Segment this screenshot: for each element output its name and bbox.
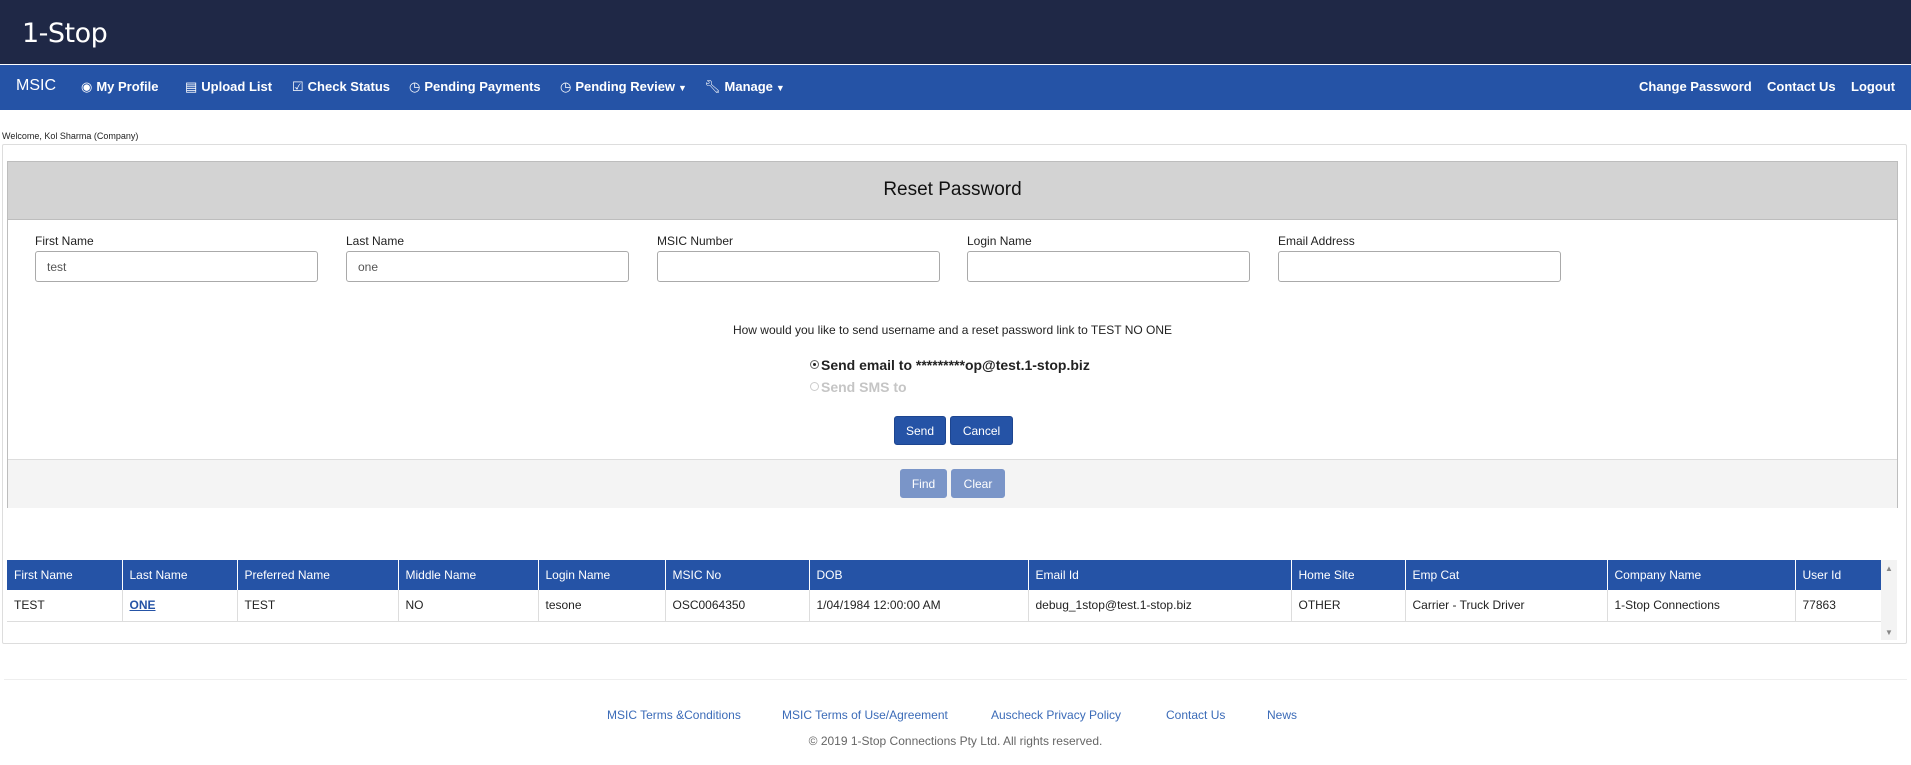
col-preferred-name[interactable]: Preferred Name bbox=[237, 560, 399, 590]
option-send-sms: Send SMS to bbox=[810, 379, 907, 395]
scroll-down-icon[interactable]: ▼ bbox=[1885, 628, 1893, 637]
caret-down-icon: ▼ bbox=[678, 82, 687, 93]
nav-item-upload-list[interactable]: ▤ Upload List bbox=[185, 79, 272, 95]
welcome-text: Welcome, Kol Sharma (Company) bbox=[2, 131, 139, 141]
nav-item-check-status[interactable]: ☑ Check Status bbox=[292, 79, 390, 95]
reset-question: How would you like to send username and … bbox=[732, 323, 1173, 337]
col-user-id[interactable]: User Id bbox=[1795, 560, 1882, 590]
cell-middle-name: NO bbox=[398, 590, 539, 622]
col-first-name[interactable]: First Name bbox=[7, 560, 123, 590]
cell-dob: 1/04/1984 12:00:00 AM bbox=[809, 590, 1029, 622]
nav-item-logout[interactable]: Logout bbox=[1851, 79, 1895, 94]
cell-company-name: 1-Stop Connections bbox=[1607, 590, 1796, 622]
footer-link-news[interactable]: News bbox=[1267, 708, 1297, 722]
radio-checked-icon[interactable] bbox=[810, 360, 819, 369]
logo[interactable]: 1-Stop bbox=[22, 18, 108, 49]
caret-down-icon: ▼ bbox=[775, 82, 785, 93]
clock-icon: ◷ bbox=[560, 79, 572, 94]
cell-last-name-link[interactable]: ONE bbox=[122, 590, 238, 622]
copyright-text: © 2019 1-Stop Connections Pty Ltd. All r… bbox=[808, 734, 1103, 748]
document-icon: ▤ bbox=[185, 79, 198, 94]
checkbox-icon: ☑ bbox=[292, 79, 304, 94]
cell-email-id: debug_1stop@test.1-stop.biz bbox=[1028, 590, 1292, 622]
table-scrollbar[interactable]: ▲ ▼ bbox=[1881, 560, 1897, 640]
email-address-input[interactable] bbox=[1278, 251, 1561, 282]
send-button[interactable]: Send bbox=[894, 416, 946, 445]
col-msic-no[interactable]: MSIC No bbox=[665, 560, 810, 590]
first-name-label: First Name bbox=[35, 234, 94, 248]
col-company-name[interactable]: Company Name bbox=[1607, 560, 1796, 590]
login-name-label: Login Name bbox=[967, 234, 1032, 248]
col-middle-name[interactable]: Middle Name bbox=[398, 560, 539, 590]
user-circle-icon: ◉ bbox=[81, 79, 93, 94]
scroll-up-icon[interactable]: ▲ bbox=[1885, 564, 1893, 573]
radio-unchecked-icon bbox=[810, 382, 819, 391]
nav-item-pending-review[interactable]: ◷ Pending Review ▼ bbox=[560, 79, 687, 95]
footer-divider bbox=[4, 679, 1907, 680]
last-name-label: Last Name bbox=[346, 234, 405, 248]
reset-password-panel: Reset Password First Name Last Name MSIC… bbox=[7, 161, 1898, 508]
form-title: Reset Password bbox=[8, 162, 1897, 220]
clear-button[interactable]: Clear bbox=[951, 469, 1005, 498]
col-email-id[interactable]: Email Id bbox=[1028, 560, 1292, 590]
cell-first-name: TEST bbox=[7, 590, 123, 622]
first-name-input[interactable] bbox=[35, 251, 318, 282]
nav-item-manage[interactable]: 🔧︎ Manage ▼ bbox=[704, 79, 785, 95]
nav-item-my-profile[interactable]: ◉ My Profile bbox=[81, 79, 158, 95]
col-dob[interactable]: DOB bbox=[809, 560, 1029, 590]
nav-item-change-password[interactable]: Change Password bbox=[1639, 79, 1752, 94]
footer-link-terms-of-use[interactable]: MSIC Terms of Use/Agreement bbox=[782, 708, 948, 722]
option-send-email[interactable]: Send email to *********op@test.1-stop.bi… bbox=[810, 357, 1090, 373]
table-header-row: First Name Last Name Preferred Name Midd… bbox=[7, 560, 1882, 590]
cell-emp-cat: Carrier - Truck Driver bbox=[1405, 590, 1608, 622]
last-name-input[interactable] bbox=[346, 251, 629, 282]
cancel-button[interactable]: Cancel bbox=[950, 416, 1013, 445]
col-login-name[interactable]: Login Name bbox=[538, 560, 666, 590]
col-home-site[interactable]: Home Site bbox=[1291, 560, 1406, 590]
login-name-input[interactable] bbox=[967, 251, 1250, 282]
email-address-label: Email Address bbox=[1278, 234, 1355, 248]
cell-msic-no: OSC0064350 bbox=[665, 590, 810, 622]
col-emp-cat[interactable]: Emp Cat bbox=[1405, 560, 1608, 590]
msic-number-input[interactable] bbox=[657, 251, 940, 282]
msic-number-label: MSIC Number bbox=[657, 234, 734, 248]
clock-icon: ◷ bbox=[409, 79, 421, 94]
cell-login-name: tesone bbox=[538, 590, 666, 622]
cell-preferred-name: TEST bbox=[237, 590, 399, 622]
top-header: 1-Stop bbox=[0, 0, 1911, 64]
wrench-icon: 🔧︎ bbox=[704, 79, 721, 94]
col-last-name[interactable]: Last Name bbox=[122, 560, 238, 590]
footer-link-privacy-policy[interactable]: Auscheck Privacy Policy bbox=[991, 708, 1121, 722]
cell-user-id: 77863 bbox=[1795, 590, 1882, 622]
find-button[interactable]: Find bbox=[900, 469, 947, 498]
nav-brand[interactable]: MSIC bbox=[16, 77, 56, 95]
main-nav: MSIC ◉ My Profile ▤ Upload List ☑ Check Sta… bbox=[0, 65, 1911, 110]
footer-link-contact-us[interactable]: Contact Us bbox=[1166, 708, 1225, 722]
nav-item-contact-us[interactable]: Contact Us bbox=[1767, 79, 1836, 94]
table-row[interactable]: TEST ONE TEST NO tesone OSC0064350 1/04/… bbox=[7, 590, 1882, 622]
results-table: First Name Last Name Preferred Name Midd… bbox=[7, 560, 1882, 622]
nav-item-pending-payments[interactable]: ◷ Pending Payments bbox=[409, 79, 541, 95]
cell-home-site: OTHER bbox=[1291, 590, 1406, 622]
form-footer: Find Clear bbox=[8, 459, 1897, 508]
footer-link-terms-conditions[interactable]: MSIC Terms &Conditions bbox=[607, 708, 741, 722]
